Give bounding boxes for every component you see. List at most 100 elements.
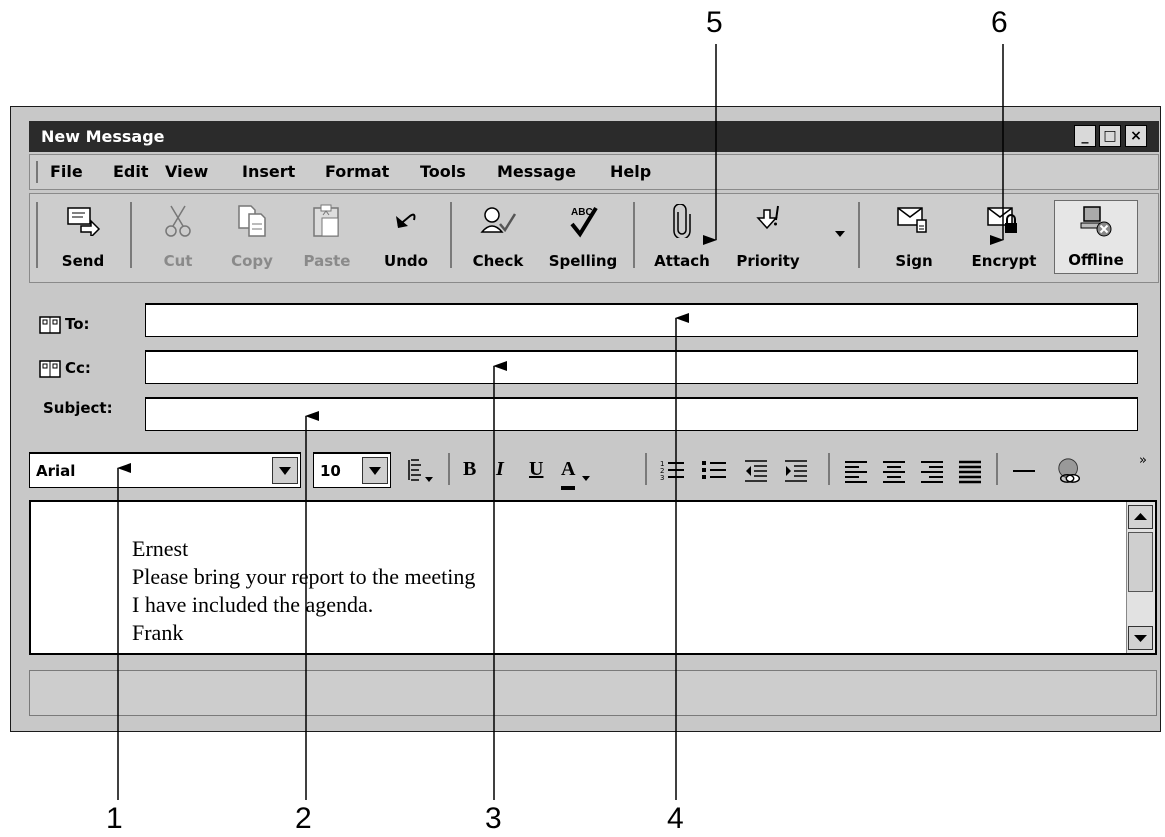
title-bar[interactable]: New Message _ □ × [29, 121, 1159, 152]
cc-label[interactable]: Cc: [39, 359, 91, 378]
minimize-button[interactable]: _ [1074, 125, 1096, 147]
sign-icon [897, 207, 927, 233]
toolbar-separator [858, 202, 860, 268]
send-button[interactable]: Send [44, 200, 122, 274]
numbered-list-icon[interactable]: 123 [659, 457, 685, 485]
menu-edit[interactable]: Edit [113, 162, 149, 181]
encrypt-button[interactable]: Encrypt [958, 200, 1050, 274]
sign-button[interactable]: Sign [874, 200, 954, 274]
spelling-button[interactable]: ABC Spelling [538, 200, 628, 274]
attach-button[interactable]: Attach [642, 200, 722, 274]
window-title: New Message [41, 127, 165, 146]
callout-4: 4 [667, 802, 684, 835]
check-names-icon [480, 207, 517, 233]
body-scrollbar[interactable] [1126, 502, 1155, 653]
paste-button[interactable]: Paste [292, 200, 362, 274]
font-size-select[interactable]: 10 [313, 452, 391, 488]
priority-icon [756, 205, 779, 230]
chevron-down-icon [369, 467, 381, 475]
toolbar-overflow-icon[interactable]: » [1139, 453, 1147, 468]
align-left-icon[interactable] [843, 457, 869, 485]
font-select-value: Arial [36, 462, 76, 480]
insert-hyperlink-icon[interactable] [1055, 457, 1085, 485]
bulleted-list-icon[interactable] [701, 457, 727, 485]
scroll-up-button[interactable] [1128, 505, 1153, 529]
priority-label: Priority [736, 252, 800, 270]
font-color-button[interactable]: A [561, 458, 576, 490]
attach-label: Attach [654, 252, 710, 270]
subject-field[interactable] [145, 397, 1138, 431]
chevron-down-icon [279, 467, 291, 475]
body-line: Frank [132, 620, 184, 645]
callout-5: 5 [706, 6, 723, 39]
chevron-down-icon [1134, 635, 1147, 642]
send-icon [67, 207, 101, 236]
toolbar-grip [36, 202, 38, 268]
copy-icon [238, 205, 266, 237]
sign-label: Sign [895, 252, 933, 270]
body-line: Ernest [132, 536, 189, 561]
font-size-dropdown-button[interactable] [362, 457, 388, 484]
to-field[interactable] [145, 303, 1138, 337]
menu-insert[interactable]: Insert [242, 162, 295, 181]
font-select[interactable]: Arial [29, 452, 301, 488]
to-label[interactable]: To: [39, 315, 90, 334]
font-dropdown-button[interactable] [272, 457, 298, 484]
increase-indent-icon[interactable] [783, 457, 809, 485]
spelling-icon: ABC [570, 206, 598, 238]
copy-button[interactable]: Copy [220, 200, 284, 274]
menu-view[interactable]: View [165, 162, 208, 181]
scroll-thumb[interactable] [1128, 532, 1153, 592]
close-button[interactable]: × [1125, 125, 1147, 147]
menu-help[interactable]: Help [610, 162, 651, 181]
menu-message[interactable]: Message [497, 162, 576, 181]
decrease-indent-icon[interactable] [743, 457, 769, 485]
maximize-button[interactable]: □ [1099, 125, 1121, 147]
undo-label: Undo [384, 252, 428, 270]
menu-format[interactable]: Format [325, 162, 389, 181]
toolbar-separator [130, 202, 132, 268]
offline-icon [1080, 206, 1112, 237]
format-separator [645, 453, 647, 485]
callout-2: 2 [295, 802, 312, 835]
paste-icon [313, 204, 339, 237]
menu-tools[interactable]: Tools [420, 162, 466, 181]
cc-field[interactable] [145, 350, 1138, 384]
priority-dropdown-arrow-icon[interactable] [834, 230, 846, 238]
menu-bar: File Edit View Insert Format Tools Messa… [29, 154, 1159, 190]
bold-button[interactable]: B [463, 458, 476, 486]
svg-text:3: 3 [660, 474, 664, 482]
format-separator [828, 453, 830, 485]
copy-label: Copy [231, 252, 273, 270]
align-right-icon[interactable] [919, 457, 945, 485]
format-separator [448, 453, 450, 485]
align-center-icon[interactable] [881, 457, 907, 485]
underline-button[interactable]: U [529, 458, 543, 486]
check-names-button[interactable]: Check [460, 200, 536, 274]
encrypt-label: Encrypt [971, 252, 1037, 270]
body-line: Please bring your report to the meeting [132, 564, 476, 589]
address-book-icon [39, 315, 61, 334]
scroll-down-button[interactable] [1128, 626, 1153, 650]
priority-button[interactable]: Priority [724, 200, 812, 274]
cc-label-text: Cc: [65, 359, 91, 377]
scissors-icon [165, 205, 191, 237]
offline-button[interactable]: Offline [1054, 200, 1138, 274]
to-label-text: To: [65, 315, 90, 333]
justify-icon[interactable] [957, 457, 983, 485]
italic-button[interactable]: I [496, 458, 504, 486]
paste-label: Paste [303, 252, 351, 270]
spelling-label: Spelling [548, 252, 618, 270]
callout-1: 1 [106, 802, 123, 835]
font-color-dropdown-icon[interactable] [581, 475, 591, 482]
message-body[interactable]: Ernest Please bring your report to the m… [29, 500, 1157, 655]
cut-button[interactable]: Cut [146, 200, 210, 274]
undo-button[interactable]: Undo [370, 200, 442, 274]
horizontal-line-icon[interactable] [1011, 457, 1037, 485]
body-line: I have included the agenda. [132, 592, 374, 617]
callout-6: 6 [991, 6, 1008, 39]
paragraph-style-icon[interactable] [407, 457, 435, 485]
send-label: Send [61, 252, 105, 270]
address-book-icon [39, 359, 61, 378]
menu-file[interactable]: File [50, 162, 83, 181]
